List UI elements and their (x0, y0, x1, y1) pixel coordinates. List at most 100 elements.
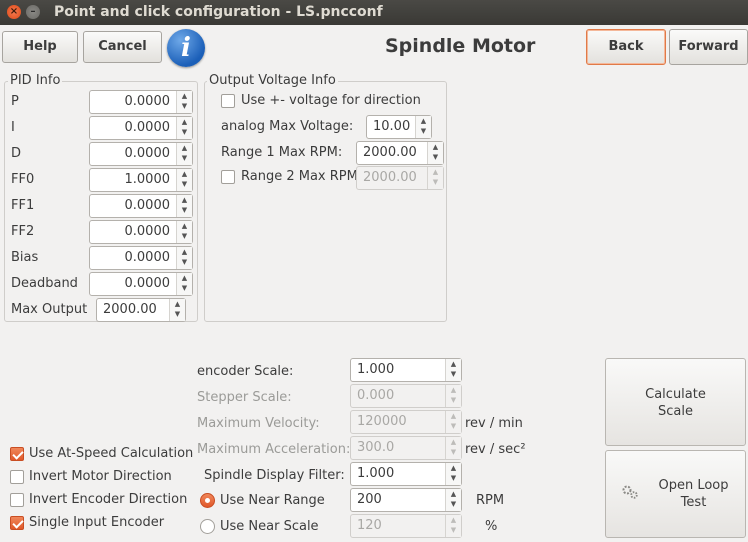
pid-ff0-spinner[interactable]: 1.0000 ▲ ▼ (89, 168, 193, 192)
invert-encoder-checkbox[interactable] (10, 493, 24, 507)
spinner-arrows-icon[interactable]: ▲ ▼ (176, 273, 192, 295)
pid-i-label: I (11, 120, 15, 135)
near-scale-unit: % (485, 519, 498, 534)
use-pm-voltage-label: Use +- voltage for direction (241, 93, 421, 108)
single-input-checkbox[interactable] (10, 516, 24, 530)
open-loop-test-button[interactable]: Open Loop Test (605, 450, 746, 538)
minimize-window-icon[interactable]: – (26, 5, 40, 19)
pid-p-value: 0.0000 (124, 94, 171, 109)
range1-max-rpm-label: Range 1 Max RPM: (221, 145, 343, 160)
pid-ff2-label: FF2 (11, 224, 35, 239)
analog-max-voltage-spinner[interactable]: 10.00 ▲ ▼ (366, 115, 432, 139)
pid-bias-label: Bias (11, 250, 39, 265)
pid-bias-spinner[interactable]: 0.0000 ▲ ▼ (89, 246, 193, 270)
pid-ff2-spinner[interactable]: 0.0000 ▲ ▼ (89, 220, 193, 244)
window-title: Point and click configuration - LS.pncco… (54, 4, 383, 20)
spinner-arrows-icon[interactable]: ▲ ▼ (169, 299, 185, 321)
info-icon: i (167, 29, 205, 67)
encoder-scale-value: 1.000 (357, 362, 395, 377)
page-title: Spindle Motor (385, 35, 536, 57)
calculate-scale-button[interactable]: Calculate Scale (605, 358, 746, 446)
spinner-arrows-icon[interactable]: ▲ ▼ (176, 221, 192, 243)
window-title-bar: × – Point and click configuration - LS.p… (0, 0, 748, 25)
analog-max-voltage-value: 10.00 (373, 119, 411, 134)
spinner-arrows-icon[interactable]: ▲ ▼ (176, 247, 192, 269)
invert-motor-label: Invert Motor Direction (29, 469, 172, 484)
near-range-spinner[interactable]: 200 ▲ ▼ (350, 488, 462, 512)
close-window-icon[interactable]: × (7, 5, 21, 19)
near-scale-value: 120 (357, 518, 382, 533)
pid-deadband-spinner[interactable]: 0.0000 ▲ ▼ (89, 272, 193, 296)
near-scale-spinner: 120 ▲ ▼ (350, 514, 462, 538)
pid-ff0-value: 1.0000 (124, 172, 171, 187)
spinner-arrows-icon[interactable]: ▲ ▼ (176, 195, 192, 217)
near-range-unit: RPM (476, 493, 505, 508)
pid-d-value: 0.0000 (124, 146, 171, 161)
range1-max-rpm-value: 2000.00 (363, 145, 417, 160)
pid-info-label: PID Info (8, 73, 63, 88)
forward-button[interactable]: Forward (669, 29, 748, 65)
range1-max-rpm-spinner[interactable]: 2000.00 ▲ ▼ (356, 141, 444, 165)
at-speed-checkbox[interactable] (10, 447, 24, 461)
spinner-arrows-icon[interactable]: ▲ ▼ (427, 142, 443, 164)
max-velocity-unit: rev / min (465, 416, 523, 431)
pid-max-output-value: 2000.00 (103, 302, 157, 317)
analog-max-voltage-label: analog Max Voltage: (221, 119, 354, 134)
help-button[interactable]: Help (2, 31, 78, 63)
max-acceleration-label: Maximum Acceleration: (197, 442, 351, 457)
use-near-scale-radio[interactable] (200, 519, 215, 534)
pid-i-spinner[interactable]: 0.0000 ▲ ▼ (89, 116, 193, 140)
pid-ff0-label: FF0 (11, 172, 35, 187)
near-range-value: 200 (357, 492, 382, 507)
stepper-scale-label: Stepper Scale: (197, 390, 292, 405)
range2-max-rpm-label: Range 2 Max RPM (241, 169, 358, 184)
gear-icon (622, 485, 638, 499)
spinner-arrows-icon[interactable]: ▲ ▼ (445, 489, 461, 511)
range2-max-rpm-checkbox[interactable] (221, 170, 235, 184)
spinner-arrows-icon[interactable]: ▲ ▼ (176, 143, 192, 165)
pid-bias-value: 0.0000 (124, 250, 171, 265)
spinner-arrows-icon: ▲ ▼ (445, 437, 461, 459)
spinner-arrows-icon[interactable]: ▲ ▼ (176, 169, 192, 191)
pid-p-spinner[interactable]: 0.0000 ▲ ▼ (89, 90, 193, 114)
max-velocity-spinner: 120000 ▲ ▼ (350, 410, 462, 434)
open-loop-label-line2: Test (680, 495, 707, 510)
max-acceleration-spinner: 300.0 ▲ ▼ (350, 436, 462, 460)
invert-motor-checkbox[interactable] (10, 470, 24, 484)
use-pm-voltage-checkbox[interactable] (221, 94, 235, 108)
spinner-arrows-icon: ▲ ▼ (427, 167, 443, 189)
display-filter-label: Spindle Display Filter: (204, 468, 345, 483)
spinner-arrows-icon: ▲ ▼ (445, 411, 461, 433)
pid-ff1-spinner[interactable]: 0.0000 ▲ ▼ (89, 194, 193, 218)
pid-d-spinner[interactable]: 0.0000 ▲ ▼ (89, 142, 193, 166)
range2-max-rpm-value: 2000.00 (363, 170, 417, 185)
spinner-arrows-icon[interactable]: ▲ ▼ (415, 116, 431, 138)
pid-i-value: 0.0000 (124, 120, 171, 135)
pid-deadband-value: 0.0000 (124, 276, 171, 291)
pid-ff1-value: 0.0000 (124, 198, 171, 213)
spinner-arrows-icon[interactable]: ▲ ▼ (176, 91, 192, 113)
use-near-range-radio[interactable] (200, 493, 215, 508)
spinner-arrows-icon: ▲ ▼ (445, 385, 461, 407)
max-acceleration-value: 300.0 (357, 440, 395, 455)
max-acceleration-unit: rev / sec² (465, 442, 526, 457)
spinner-arrows-icon[interactable]: ▲ ▼ (176, 117, 192, 139)
open-loop-label-line1: Open Loop (658, 478, 729, 493)
pid-ff1-label: FF1 (11, 198, 35, 213)
spinner-arrows-icon[interactable]: ▲ ▼ (445, 359, 461, 381)
spinner-arrows-icon[interactable]: ▲ ▼ (445, 463, 461, 485)
pid-max-output-label: Max Output (11, 302, 88, 317)
stepper-scale-spinner: 0.000 ▲ ▼ (350, 384, 462, 408)
single-input-label: Single Input Encoder (29, 515, 165, 530)
display-filter-value: 1.000 (357, 466, 395, 481)
encoder-scale-spinner[interactable]: 1.000 ▲ ▼ (350, 358, 462, 382)
pid-max-output-spinner[interactable]: 2000.00 ▲ ▼ (96, 298, 186, 322)
spinner-arrows-icon: ▲ ▼ (445, 515, 461, 537)
pid-deadband-label: Deadband (11, 276, 78, 291)
display-filter-spinner[interactable]: 1.000 ▲ ▼ (350, 462, 462, 486)
calculate-scale-label-line2: Scale (658, 404, 693, 419)
back-button[interactable]: Back (586, 29, 666, 65)
cancel-button[interactable]: Cancel (83, 31, 162, 63)
max-velocity-value: 120000 (357, 414, 407, 429)
invert-encoder-label: Invert Encoder Direction (29, 492, 188, 507)
